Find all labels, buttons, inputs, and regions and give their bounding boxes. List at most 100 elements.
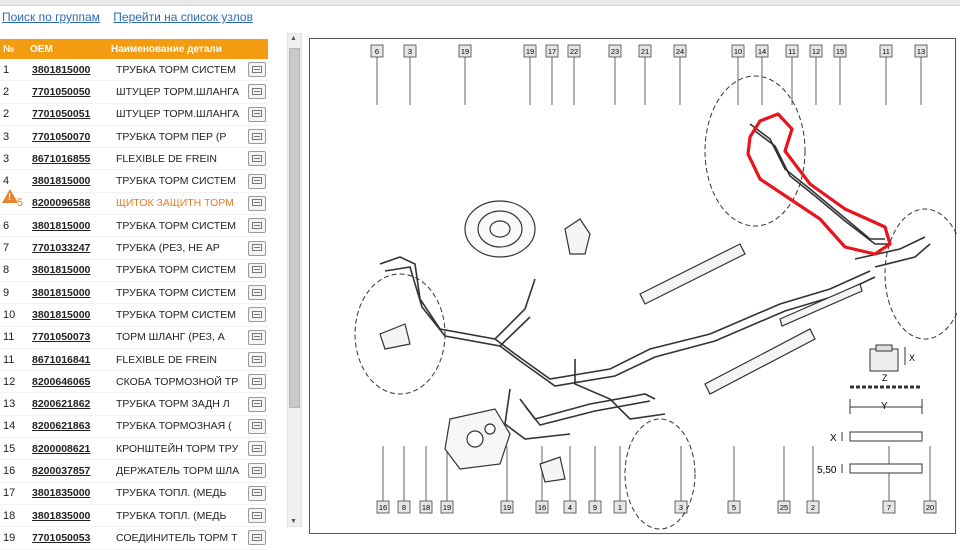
- row-oem-link[interactable]: 8200646065: [27, 376, 110, 388]
- scroll-down-arrow-icon[interactable]: ▼: [290, 518, 297, 525]
- row-oem-link[interactable]: 3801835000: [27, 510, 110, 522]
- comment-icon[interactable]: [248, 352, 266, 367]
- top-callout-label[interactable]: 21: [641, 47, 649, 56]
- row-oem-link[interactable]: 3801835000: [27, 487, 110, 499]
- bottom-callout-label[interactable]: 2: [811, 503, 815, 512]
- bottom-callout-label[interactable]: 5: [732, 503, 736, 512]
- table-row[interactable]: 2 7701050051 ШТУЦЕР ТОРМ.ШЛАНГА: [0, 104, 268, 126]
- table-row[interactable]: 12 8200646065 СКОБА ТОРМОЗНОЙ ТР: [0, 371, 268, 394]
- table-row[interactable]: 14 8200621863 ТРУБКА ТОРМОЗНАЯ (: [0, 416, 268, 439]
- search-by-groups-link[interactable]: Поиск по группам: [2, 10, 100, 24]
- bottom-callout-label[interactable]: 7: [887, 503, 891, 512]
- comment-icon[interactable]: [248, 84, 266, 100]
- row-oem-link[interactable]: 3801815000: [27, 220, 110, 232]
- top-callout-label[interactable]: 10: [734, 47, 742, 56]
- row-oem-link[interactable]: 8200037857: [27, 465, 110, 477]
- row-oem-link[interactable]: 7701033247: [27, 242, 110, 254]
- top-callout-label[interactable]: 22: [570, 47, 578, 56]
- row-oem-link[interactable]: 3801815000: [27, 264, 110, 276]
- table-row[interactable]: 13 8200621862 ТРУБКА ТОРМ ЗАДН Л: [0, 393, 268, 416]
- top-callout-label[interactable]: 13: [917, 47, 925, 56]
- row-oem-link[interactable]: 7701050053: [27, 532, 110, 544]
- comment-icon[interactable]: [248, 530, 266, 546]
- bottom-callout-label[interactable]: 19: [443, 503, 451, 512]
- table-row[interactable]: 17 3801835000 ТРУБКА ТОПЛ. (МЕДЬ: [0, 483, 268, 505]
- row-oem-link[interactable]: 8200621862: [27, 398, 110, 410]
- row-oem-link[interactable]: 8671016855: [27, 153, 110, 165]
- comment-icon[interactable]: [248, 441, 266, 457]
- table-row[interactable]: 9 3801815000 ТРУБКА ТОРМ СИСТЕМ: [0, 282, 268, 305]
- go-to-nodes-link[interactable]: Перейти на список узлов: [113, 10, 253, 24]
- top-callout-label[interactable]: 11: [788, 47, 796, 56]
- comment-icon[interactable]: [248, 106, 266, 122]
- row-oem-link[interactable]: 8671016841: [27, 354, 110, 366]
- table-row[interactable]: 18 3801835000 ТРУБКА ТОПЛ. (МЕДЬ: [0, 505, 268, 528]
- bottom-callout-label[interactable]: 8: [402, 503, 406, 512]
- comment-icon[interactable]: [248, 508, 266, 524]
- row-oem-link[interactable]: 7701050051: [27, 108, 110, 120]
- top-callout-label[interactable]: 11: [882, 47, 890, 56]
- bottom-callout-label[interactable]: 16: [538, 503, 546, 512]
- top-callout-label[interactable]: 19: [526, 47, 534, 56]
- table-row[interactable]: 16 8200037857 ДЕРЖАТЕЛЬ ТОРМ ШЛА: [0, 460, 268, 483]
- table-row[interactable]: 6 3801815000 ТРУБКА ТОРМ СИСТЕМ: [0, 215, 268, 238]
- table-row[interactable]: 8 3801815000 ТРУБКА ТОРМ СИСТЕМ: [0, 260, 268, 282]
- top-callout-label[interactable]: 17: [548, 47, 556, 56]
- row-oem-link[interactable]: 8200008621: [27, 443, 110, 455]
- brake-line-diagram[interactable]: 6 3 19 19 17 22 23 21 24 10 14 11 12 15 11 13 16 8 18 19 19…: [309, 38, 960, 534]
- row-oem-link[interactable]: 8200621863: [27, 420, 110, 432]
- comment-icon[interactable]: [248, 62, 266, 78]
- table-row[interactable]: 10 3801815000 ТРУБКА ТОРМ СИСТЕМ: [0, 304, 268, 327]
- top-callout-label[interactable]: 23: [611, 47, 619, 56]
- comment-icon[interactable]: [248, 485, 266, 501]
- top-callout-label[interactable]: 12: [812, 47, 820, 56]
- top-callout-label[interactable]: 3: [408, 47, 412, 56]
- top-callout-label[interactable]: 6: [375, 47, 379, 56]
- table-row[interactable]: 15 8200008621 КРОНШТЕЙН ТОРМ ТРУ: [0, 438, 268, 461]
- table-row[interactable]: 1 3801815000 ТРУБКА ТОРМ СИСТЕМ: [0, 59, 268, 82]
- scroll-thumb[interactable]: [289, 48, 300, 408]
- table-row[interactable]: 4 3801815000 ТРУБКА ТОРМ СИСТЕМ: [0, 170, 268, 193]
- comment-icon[interactable]: [248, 463, 266, 479]
- top-callout-label[interactable]: 24: [676, 47, 684, 56]
- comment-icon[interactable]: [248, 418, 266, 434]
- bottom-callout-label[interactable]: 18: [422, 503, 430, 512]
- bottom-callout-label[interactable]: 9: [593, 503, 597, 512]
- bottom-callout-label[interactable]: 25: [780, 503, 788, 512]
- comment-icon[interactable]: [248, 285, 266, 301]
- bottom-callout-label[interactable]: 4: [568, 503, 572, 512]
- top-callout-label[interactable]: 19: [461, 47, 469, 56]
- comment-icon[interactable]: [248, 240, 266, 256]
- table-row[interactable]: 7 7701033247 ТРУБКА (РЕЗ, НЕ АР: [0, 237, 268, 260]
- table-row[interactable]: 3 7701050070 ТРУБКА ТОРМ ПЕР (Р: [0, 126, 268, 149]
- comment-icon[interactable]: [248, 173, 266, 189]
- comment-icon[interactable]: [248, 218, 266, 234]
- comment-icon[interactable]: [248, 195, 266, 211]
- row-oem-link[interactable]: 3801815000: [27, 175, 110, 187]
- comment-icon[interactable]: [248, 262, 266, 278]
- row-oem-link[interactable]: 7701050070: [27, 131, 110, 143]
- table-row[interactable]: 11 8671016841 FLEXIBLE DE FREIN: [0, 349, 268, 372]
- comment-icon[interactable]: [248, 396, 266, 412]
- row-oem-link[interactable]: 8200096588: [27, 197, 110, 209]
- comment-icon[interactable]: [248, 329, 266, 345]
- scroll-up-arrow-icon[interactable]: ▲: [290, 35, 297, 42]
- row-oem-link[interactable]: 7701050050: [27, 86, 110, 98]
- row-oem-link[interactable]: 3801815000: [27, 309, 110, 321]
- table-scrollbar[interactable]: ▲ ▼: [287, 33, 302, 527]
- comment-icon[interactable]: [248, 151, 266, 167]
- bottom-callout-label[interactable]: 20: [926, 503, 934, 512]
- table-row[interactable]: 3 8671016855 FLEXIBLE DE FREIN: [0, 148, 268, 171]
- comment-icon[interactable]: [248, 374, 266, 390]
- table-row[interactable]: 11 7701050073 ТОРМ ШЛАНГ (РЕЗ, А: [0, 327, 268, 349]
- row-oem-link[interactable]: 7701050073: [27, 331, 110, 343]
- top-callout-label[interactable]: 14: [758, 47, 766, 56]
- table-row[interactable]: ! 5 8200096588 ЩИТОК ЗАЩИТН ТОРМ: [0, 189, 268, 216]
- bottom-callout-label[interactable]: 19: [503, 503, 511, 512]
- comment-icon[interactable]: [248, 307, 266, 323]
- table-row[interactable]: 19 7701050053 СОЕДИНИТЕЛЬ ТОРМ Т: [0, 527, 268, 550]
- row-oem-link[interactable]: 3801815000: [27, 64, 110, 76]
- comment-icon[interactable]: [248, 129, 266, 145]
- bottom-callout-label[interactable]: 16: [379, 503, 387, 512]
- row-oem-link[interactable]: 3801815000: [27, 287, 110, 299]
